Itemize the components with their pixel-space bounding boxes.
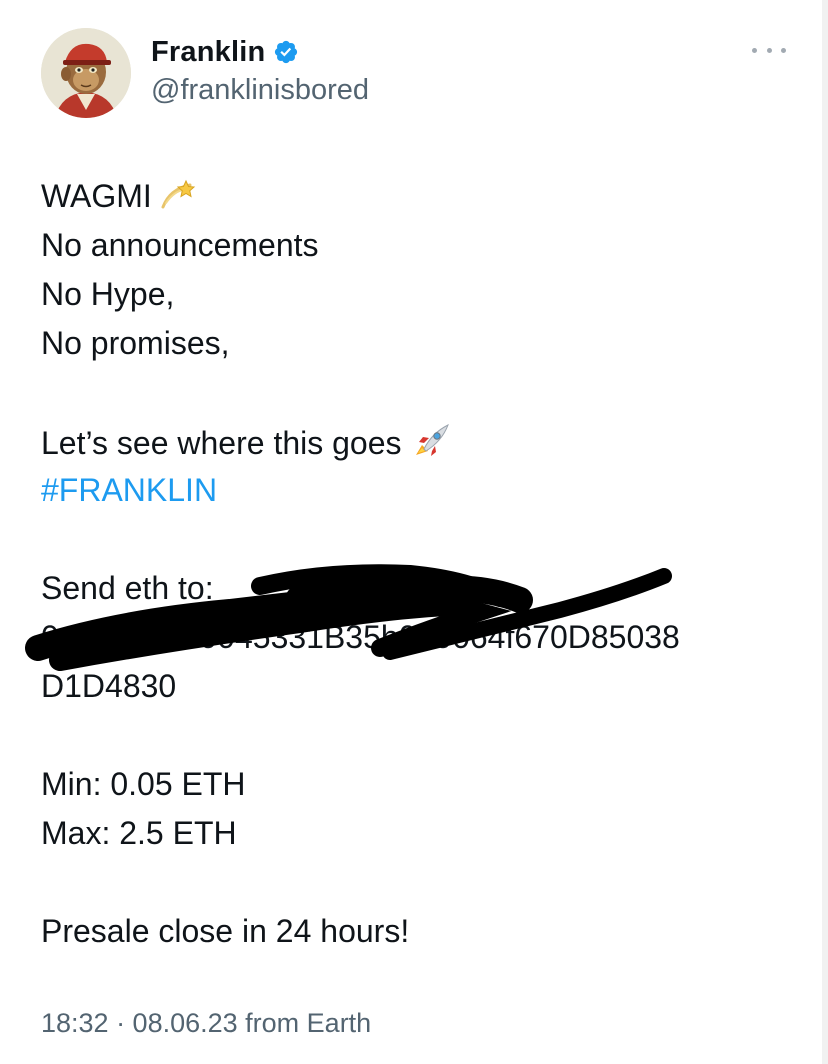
bored-ape-avatar-icon <box>41 28 131 118</box>
hashtag-franklin-link[interactable]: #FRANKLIN <box>41 470 217 510</box>
avatar[interactable] <box>41 28 131 118</box>
more-horizontal-icon[interactable] <box>752 38 786 62</box>
tweet-text-wagmi: WAGMI <box>41 178 152 214</box>
window-edge <box>822 0 828 1064</box>
tweet-line-max: Max: 2.5 ETH <box>41 815 237 851</box>
tweet-line-2: No announcements <box>41 227 319 263</box>
tweet-line-3: No Hype, <box>41 276 175 312</box>
wallet-address-line-1: 0x2b010000045331B35b000064f670D85038 <box>41 619 680 655</box>
redaction-scribble <box>25 564 672 671</box>
dizzy-star-emoji-icon <box>160 177 196 220</box>
tweet-line-5: Let’s see where this goes <box>41 421 452 470</box>
tweet-timestamp[interactable]: 18:32 · 08.06.23 from Earth <box>41 1008 371 1039</box>
author-name-row[interactable]: Franklin <box>151 34 299 70</box>
tweet-line-4: No promises, <box>41 325 230 361</box>
tweet-line-7: Send eth to: <box>41 570 214 606</box>
author-handle[interactable]: @franklinisbored <box>151 74 369 107</box>
tweet-line-min: Min: 0.05 ETH <box>41 766 246 802</box>
tweet-text-see-where: Let’s see where this goes <box>41 424 402 461</box>
rocket-emoji-icon <box>410 421 452 470</box>
tweet-line-presale: Presale close in 24 hours! <box>41 913 410 949</box>
tweet-line-1: WAGMI <box>41 176 196 220</box>
author-display-name[interactable]: Franklin <box>151 36 265 69</box>
wallet-address-line-2: D1D4830 <box>41 668 177 704</box>
tweet-card: Franklin @franklinisbored WAGMI No annou… <box>0 0 822 1064</box>
verified-badge-icon <box>275 40 298 64</box>
